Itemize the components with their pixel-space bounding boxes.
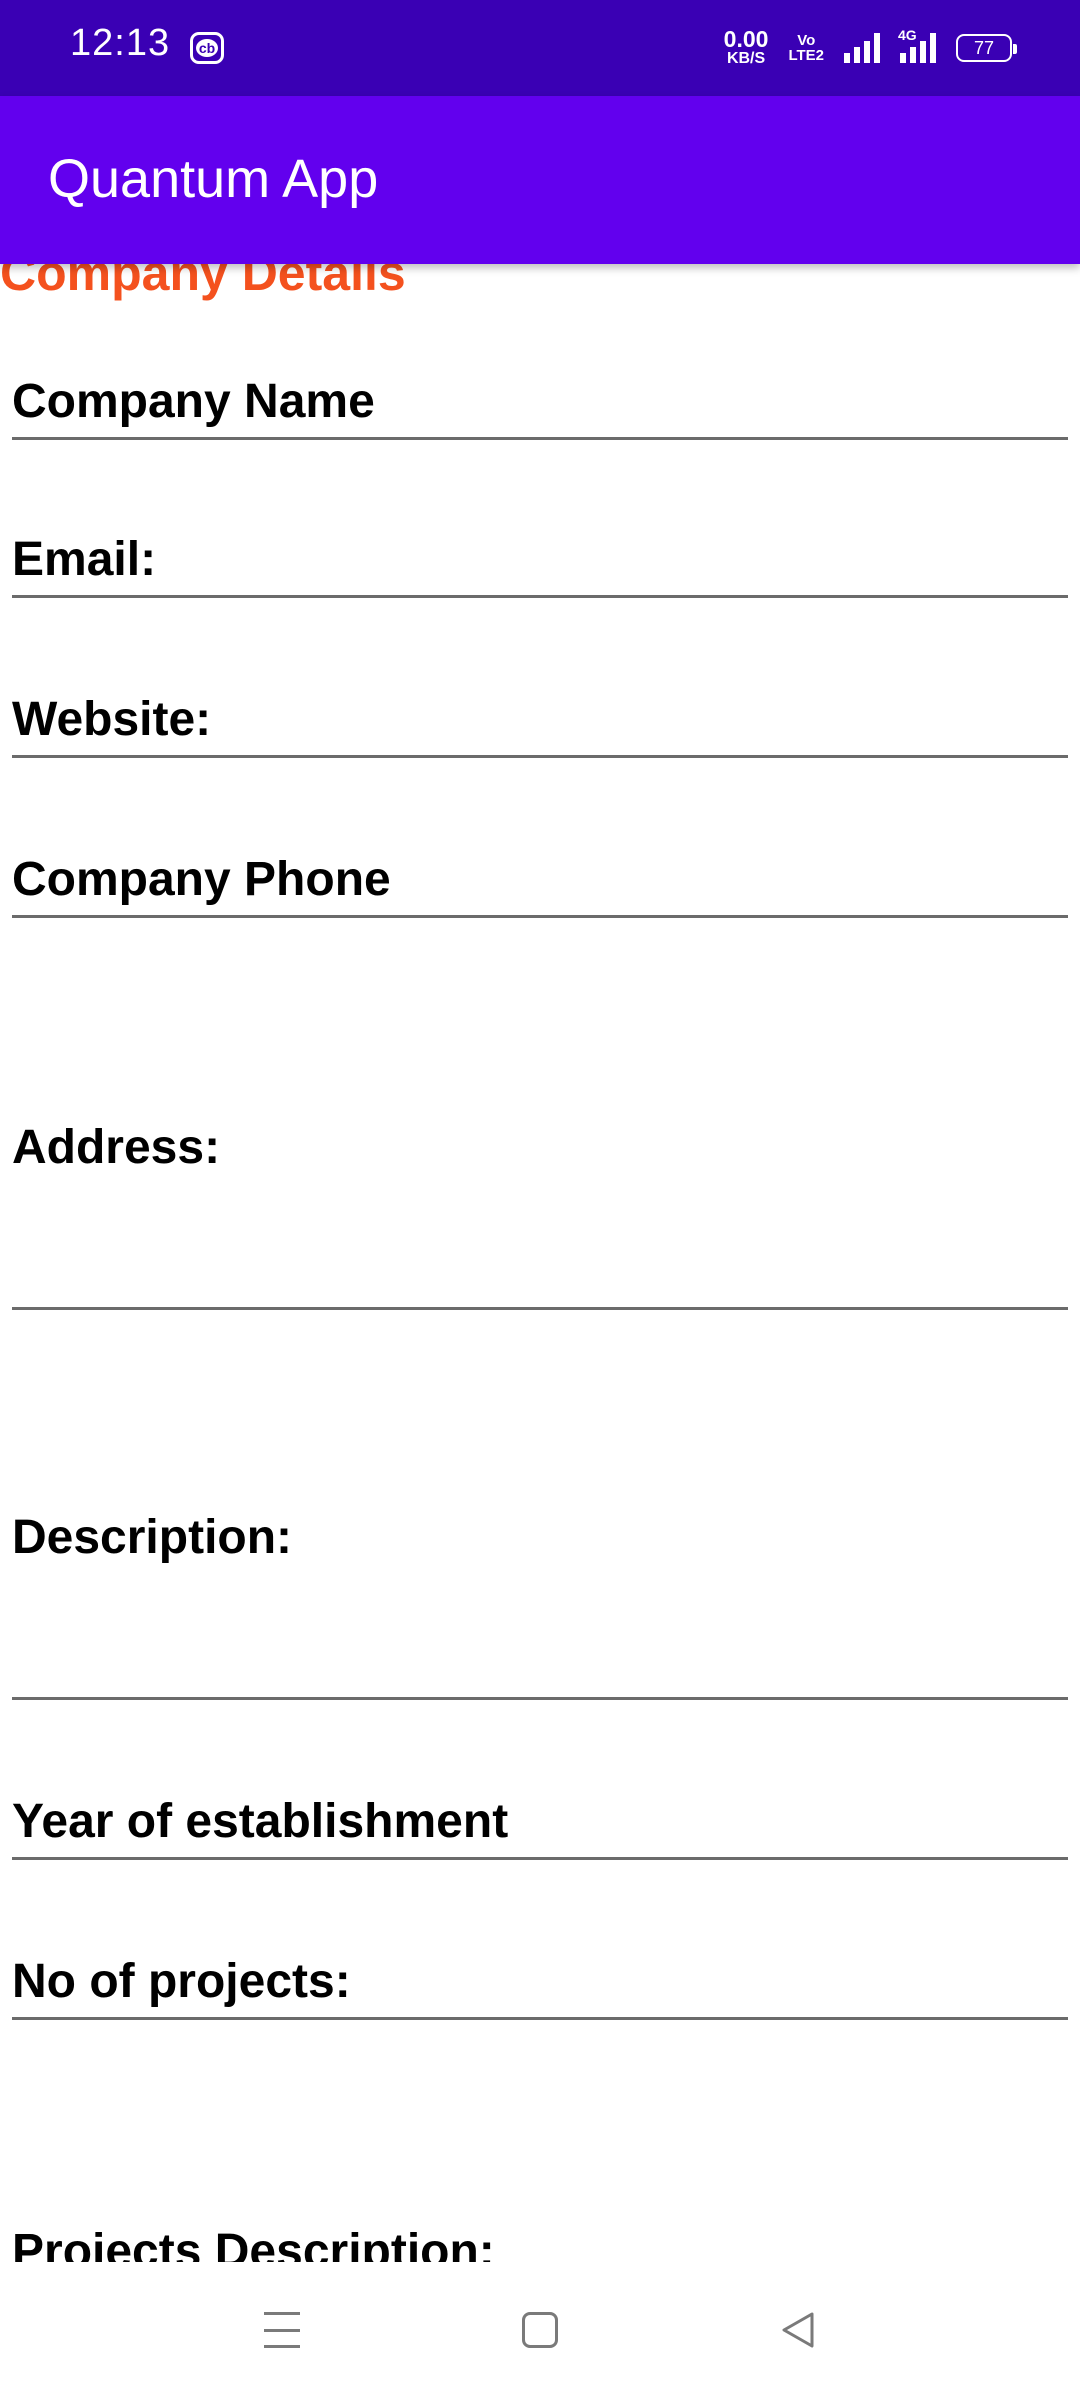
volte-top-text: Vo xyxy=(797,32,816,49)
section-title: Company Details xyxy=(0,264,406,301)
website-field[interactable]: Website: xyxy=(12,646,1068,758)
status-time: 12:13 xyxy=(70,22,171,64)
description-label: Description: xyxy=(12,1511,293,1564)
cb-app-notification-icon: cb xyxy=(190,32,224,64)
menu-icon[interactable] xyxy=(264,2312,300,2348)
company-phone-field[interactable]: Company Phone xyxy=(12,804,1068,918)
projects-description-label: Projects Description: xyxy=(12,2225,495,2262)
app-bar: Quantum App xyxy=(0,96,1080,264)
year-of-establishment-field[interactable]: Year of establishment xyxy=(12,1754,1068,1860)
navigation-bar xyxy=(0,2262,1080,2400)
volte-icon: Vo LTE2 xyxy=(788,33,824,63)
status-icons: 0.00 KB/S Vo LTE2 4G 77 xyxy=(723,26,1017,70)
home-square-icon[interactable] xyxy=(522,2312,558,2348)
projects-description-field[interactable]: Projects Description: xyxy=(12,2164,1068,2262)
cb-badge-text: cb xyxy=(196,39,218,57)
company-details-form[interactable]: Company Details Company Name Email: Webs… xyxy=(0,264,1080,2262)
battery-level: 77 xyxy=(973,37,995,58)
back-triangle-icon[interactable] xyxy=(778,2310,818,2350)
company-name-label: Company Name xyxy=(12,375,375,428)
company-phone-label: Company Phone xyxy=(12,853,391,906)
battery-icon: 77 xyxy=(956,34,1017,62)
volte-bottom-text: LTE2 xyxy=(788,47,824,64)
screen: 12:13 cb 0.00 KB/S Vo LTE2 4G 77 Quantum… xyxy=(0,0,1080,2400)
email-label: Email: xyxy=(12,533,157,586)
network-speed-indicator: 0.00 KB/S xyxy=(723,26,769,68)
website-label: Website: xyxy=(12,693,212,746)
signal-sim1-icon xyxy=(844,33,880,63)
address-field[interactable]: Address: xyxy=(12,1054,1068,1310)
no-of-projects-field[interactable]: No of projects: xyxy=(12,1914,1068,2020)
email-field[interactable]: Email: xyxy=(12,488,1068,598)
signal-4g-icon: 4G xyxy=(898,27,936,63)
company-name-field[interactable]: Company Name xyxy=(12,330,1068,440)
description-field[interactable]: Description: xyxy=(12,1444,1068,1700)
app-title: Quantum App xyxy=(48,149,379,209)
no-of-projects-label: No of projects: xyxy=(12,1955,351,2008)
year-of-establishment-label: Year of establishment xyxy=(12,1795,509,1848)
address-label: Address: xyxy=(12,1121,221,1174)
network-type-label: 4G xyxy=(898,27,917,43)
status-bar: 12:13 cb 0.00 KB/S Vo LTE2 4G 77 xyxy=(0,0,1080,96)
network-speed-unit: KB/S xyxy=(726,50,766,68)
network-speed-value: 0.00 xyxy=(723,26,769,53)
